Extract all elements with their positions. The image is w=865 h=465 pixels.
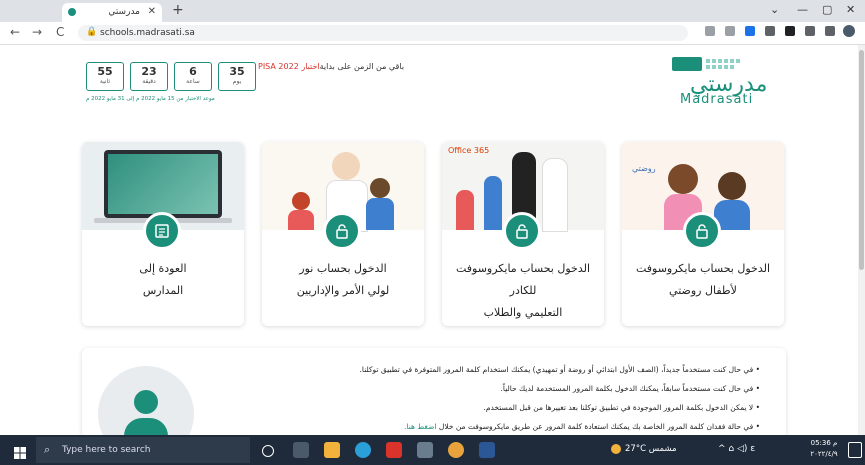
card-title-line1: العودة إلى xyxy=(139,262,187,275)
url-text: schools.madrasati.sa xyxy=(100,28,195,38)
countdown-value: 23 xyxy=(141,65,157,78)
taskbar-search-input[interactable]: ⌕ Type here to search xyxy=(36,437,250,463)
bullet-text: لا يمكن الدخول بكلمة المرور الموجودة في … xyxy=(483,403,754,412)
clock-date: ٢٠٢٢/٤/٩ xyxy=(810,450,838,458)
app-icon[interactable] xyxy=(386,442,402,458)
card-title-line2: التعليمي والطلاب xyxy=(483,306,563,319)
cortana-icon[interactable] xyxy=(262,445,274,457)
countdown-value: 35 xyxy=(229,65,245,78)
lock-icon xyxy=(683,212,721,250)
lock-icon xyxy=(503,212,541,250)
list-icon xyxy=(143,212,181,250)
maximize-button[interactable]: ▢ xyxy=(822,3,832,16)
click-here-link[interactable]: اضغط هنا. xyxy=(404,422,436,431)
sidebar-icon[interactable] xyxy=(825,26,835,36)
search-icon: ⌕ xyxy=(44,443,51,456)
card-rawdati-login[interactable]: روضتي الدخول بحساب مايكروسوفت لأطفال روضت… xyxy=(622,142,784,326)
browser-tab[interactable]: مدرستي ✕ xyxy=(62,3,162,22)
card-title-line2: المدارس xyxy=(142,284,184,297)
search-placeholder: Type here to search xyxy=(62,445,151,455)
info-panel: • في حال كنت مستخدماً جديداً، (الصف الأو… xyxy=(82,348,786,438)
bullet-text: في حال كنت مستخدماً سابقاً، يمكنك الدخول… xyxy=(500,384,754,393)
list-item: • في حال كنت مستخدماً جديداً، (الصف الأو… xyxy=(359,365,760,374)
card-title-line2: لأطفال روضتي xyxy=(669,284,737,297)
task-view-icon[interactable] xyxy=(293,442,309,458)
forward-button[interactable]: → xyxy=(32,25,42,39)
countdown-value: 55 xyxy=(97,65,113,78)
weather-sun-icon xyxy=(611,444,621,454)
edge-icon[interactable] xyxy=(355,442,371,458)
countdown-text: باقي من الزمن على بداية xyxy=(319,62,405,71)
scrollbar-thumb[interactable] xyxy=(859,50,864,270)
reload-button[interactable]: C xyxy=(56,25,64,39)
system-tray-icons[interactable]: ^ ⌂ ◁) ε xyxy=(718,444,755,454)
office365-label: Office 365 xyxy=(448,146,490,155)
logo-latin-text: Madrasati xyxy=(680,92,754,107)
address-bar[interactable]: 🔒 schools.madrasati.sa xyxy=(78,25,688,41)
share-icon[interactable] xyxy=(705,26,715,36)
clock-time: 05:36 م xyxy=(810,439,838,447)
list-item: • في حالة فقدان كلمة المرور الخاصة بك يم… xyxy=(404,422,760,431)
chrome-icon[interactable] xyxy=(448,442,464,458)
tab-close-icon[interactable]: ✕ xyxy=(148,6,156,17)
minimize-button[interactable]: — xyxy=(797,3,808,16)
card-title-line1: الدخول بحساب نور xyxy=(299,262,387,275)
card-microsoft-staff-login[interactable]: Office 365 الدخول بحساب مايكروسوفت للكاد… xyxy=(442,142,604,326)
back-button[interactable]: ← xyxy=(10,25,20,39)
card-back-to-schools[interactable]: العودة إلى المدارس xyxy=(82,142,244,326)
card-title-line1: الدخول بحساب مايكروسوفت xyxy=(635,262,771,275)
lock-icon xyxy=(323,212,361,250)
user-avatar-icon xyxy=(98,366,194,438)
tab-search-icon[interactable]: ⌄ xyxy=(770,3,779,16)
word-icon[interactable] xyxy=(479,442,495,458)
countdown-value: 6 xyxy=(189,65,197,78)
notification-icon[interactable] xyxy=(848,442,862,458)
card-title-line1: الدخول بحساب مايكروسوفت للكادر xyxy=(455,262,591,297)
list-item: • لا يمكن الدخول بكلمة المرور الموجودة ف… xyxy=(483,403,760,412)
taskbar-clock[interactable]: 05:36 م ٢٠٢٢/٤/٩ xyxy=(808,438,840,460)
extension-icon[interactable] xyxy=(745,26,755,36)
countdown-seconds: 55 ثانية xyxy=(86,62,124,91)
windows-start-icon[interactable] xyxy=(14,444,26,459)
countdown-unit: ساعة xyxy=(186,78,200,85)
countdown-unit: ثانية xyxy=(99,78,111,85)
app-icon[interactable] xyxy=(417,442,433,458)
weather-text[interactable]: 27°C مشمس xyxy=(625,444,677,454)
list-item: • في حال كنت مستخدماً سابقاً، يمكنك الدخ… xyxy=(500,384,760,393)
file-explorer-icon[interactable] xyxy=(324,442,340,458)
bookmark-star-icon[interactable] xyxy=(725,26,735,36)
tab-title: مدرستي xyxy=(108,7,140,17)
countdown-unit: دقيقة xyxy=(142,78,156,85)
lock-icon: 🔒 xyxy=(86,27,98,37)
extension-icon[interactable] xyxy=(785,26,795,36)
profile-avatar[interactable] xyxy=(843,25,855,37)
exam-date-note: موعد الاختبار من 15 مايو 2022 م إلى 31 م… xyxy=(86,96,215,102)
extension-icon[interactable] xyxy=(765,26,775,36)
card-title-line2: لولي الأمر والإداريين xyxy=(296,284,390,297)
card-noor-login[interactable]: الدخول بحساب نور لولي الأمر والإداريين xyxy=(262,142,424,326)
new-tab-button[interactable]: + xyxy=(172,2,184,18)
countdown-minutes: 23 دقيقة xyxy=(130,62,168,91)
close-window-button[interactable]: ✕ xyxy=(846,3,855,16)
puzzle-icon[interactable] xyxy=(805,26,815,36)
countdown-hours: 6 ساعة xyxy=(174,62,212,91)
rawdati-label: روضتي xyxy=(632,164,656,173)
site-favicon-icon xyxy=(68,8,76,16)
countdown-title: باقي من الزمن على بدايةاختبار PISA 2022 xyxy=(258,62,404,71)
bullet-text: في حالة فقدان كلمة المرور الخاصة بك يمكن… xyxy=(438,422,754,431)
bullet-text: في حال كنت مستخدماً جديداً، (الصف الأول … xyxy=(359,365,754,374)
countdown-days: 35 يوم xyxy=(218,62,256,91)
countdown-unit: يوم xyxy=(232,78,242,85)
instructions-list: • في حال كنت مستخدماً جديداً، (الصف الأو… xyxy=(240,360,760,436)
pisa-highlight: اختبار PISA 2022 xyxy=(258,62,320,71)
